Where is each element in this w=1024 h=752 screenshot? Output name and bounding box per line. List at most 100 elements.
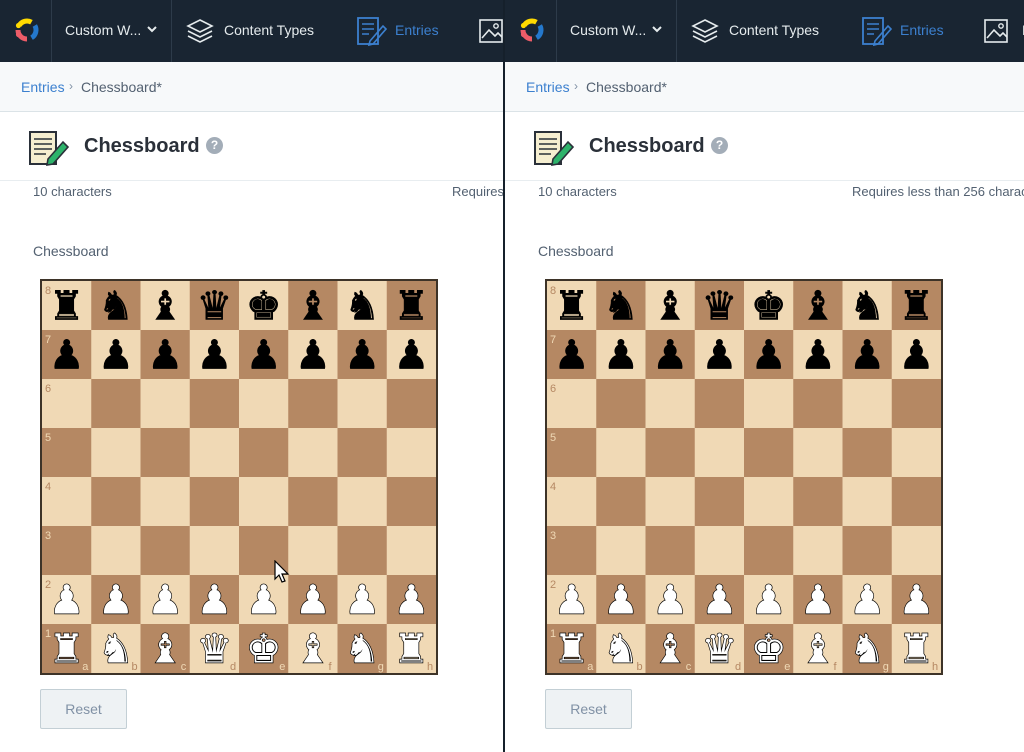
black-rook-piece[interactable]: ♜ [898, 283, 934, 330]
board-square-g3[interactable] [842, 526, 893, 576]
black-bishop-piece[interactable]: ♝ [800, 283, 836, 330]
board-square-g5[interactable] [842, 428, 893, 478]
white-knight-piece[interactable]: ♞ [602, 626, 639, 673]
white-pawn-piece[interactable]: ♟ [898, 577, 935, 624]
board-square-f4[interactable] [288, 477, 338, 527]
black-king-piece[interactable]: ♚ [245, 283, 282, 330]
chessboard[interactable]: ♜ ♞ ♝ ♛ ♚ ♝ ♞ ♜ ♟ ♟ ♟ ♟ ♟ ♟ ♟ ♟ ♟ ♟ ♟ ♟ ♟ ♟ ♟ ♟ ♜ ♞ ♝ ♛ ♚ ♝ ♞ ♜ 8 7 6 5 4 3 2 1… [545, 279, 943, 675]
white-pawn-piece[interactable]: ♟ [799, 577, 836, 624]
white-pawn-piece[interactable]: ♟ [245, 577, 282, 624]
black-knight-piece[interactable]: ♞ [344, 283, 380, 330]
board-square-c5[interactable] [140, 428, 191, 478]
black-pawn-piece[interactable]: ♟ [147, 332, 183, 379]
chessboard[interactable]: ♜ ♞ ♝ ♛ ♚ ♝ ♞ ♜ ♟ ♟ ♟ ♟ ♟ ♟ ♟ ♟ ♟ ♟ ♟ ♟ ♟ ♟ ♟ ♟ ♜ ♞ ♝ ♛ ♚ ♝ ♞ ♜ 8 7 6 5 4 3 2 1… [40, 279, 438, 675]
black-rook-piece[interactable]: ♜ [48, 283, 85, 330]
white-pawn-piece[interactable]: ♟ [553, 577, 590, 624]
board-square-d4[interactable] [189, 477, 240, 527]
nav-media[interactable]: M [982, 16, 1024, 46]
board-square-d6[interactable] [189, 379, 240, 429]
board-square-e3[interactable] [744, 526, 794, 576]
black-pawn-piece[interactable]: ♟ [196, 332, 232, 379]
white-rook-piece[interactable]: ♜ [48, 626, 85, 673]
board-square-d4[interactable] [694, 477, 745, 527]
board-square-d5[interactable] [189, 428, 240, 478]
board-square-e4[interactable] [744, 477, 794, 527]
board-square-c5[interactable] [645, 428, 696, 478]
board-square-h4[interactable] [891, 477, 941, 527]
board-square-f6[interactable] [288, 379, 338, 429]
white-king-piece[interactable]: ♚ [245, 626, 282, 673]
black-pawn-piece[interactable]: ♟ [553, 332, 590, 379]
white-pawn-piece[interactable]: ♟ [393, 577, 430, 624]
black-knight-piece[interactable]: ♞ [98, 283, 134, 330]
board-square-d5[interactable] [694, 428, 745, 478]
white-pawn-piece[interactable]: ♟ [97, 577, 134, 624]
board-square-g3[interactable] [337, 526, 388, 576]
board-square-c4[interactable] [645, 477, 696, 527]
board-square-h3[interactable] [891, 526, 941, 576]
black-pawn-piece[interactable]: ♟ [48, 332, 85, 379]
reset-button[interactable]: Reset [40, 689, 127, 729]
black-queen-piece[interactable]: ♛ [196, 283, 232, 330]
white-bishop-piece[interactable]: ♝ [799, 626, 836, 673]
board-square-b5[interactable] [596, 428, 646, 478]
breadcrumb-entries-link[interactable]: Entries [526, 79, 570, 95]
black-pawn-piece[interactable]: ♟ [295, 332, 331, 379]
board-square-c4[interactable] [140, 477, 191, 527]
black-pawn-piece[interactable]: ♟ [898, 332, 934, 379]
white-knight-piece[interactable]: ♞ [848, 626, 885, 673]
white-pawn-piece[interactable]: ♟ [196, 577, 233, 624]
board-square-b6[interactable] [91, 379, 141, 429]
white-queen-piece[interactable]: ♛ [196, 626, 233, 673]
reset-button[interactable]: Reset [545, 689, 632, 729]
space-selector[interactable]: Custom W... [556, 0, 677, 62]
board-square-d6[interactable] [694, 379, 745, 429]
black-pawn-piece[interactable]: ♟ [98, 332, 134, 379]
board-square-h4[interactable] [386, 477, 436, 527]
board-square-e6[interactable] [744, 379, 794, 429]
white-bishop-piece[interactable]: ♝ [146, 626, 183, 673]
white-rook-piece[interactable]: ♜ [898, 626, 935, 673]
white-pawn-piece[interactable]: ♟ [701, 577, 738, 624]
white-knight-piece[interactable]: ♞ [97, 626, 134, 673]
white-pawn-piece[interactable]: ♟ [146, 577, 183, 624]
board-square-g6[interactable] [337, 379, 388, 429]
board-square-f5[interactable] [793, 428, 843, 478]
breadcrumb-entries-link[interactable]: Entries [21, 79, 65, 95]
black-rook-piece[interactable]: ♜ [393, 283, 429, 330]
white-queen-piece[interactable]: ♛ [701, 626, 738, 673]
black-bishop-piece[interactable]: ♝ [652, 283, 688, 330]
board-square-f5[interactable] [288, 428, 338, 478]
board-square-f4[interactable] [793, 477, 843, 527]
black-pawn-piece[interactable]: ♟ [750, 332, 787, 379]
app-logo-icon[interactable] [14, 17, 40, 43]
white-bishop-piece[interactable]: ♝ [651, 626, 688, 673]
black-pawn-piece[interactable]: ♟ [701, 332, 737, 379]
board-square-f6[interactable] [793, 379, 843, 429]
white-pawn-piece[interactable]: ♟ [750, 577, 787, 624]
white-pawn-piece[interactable]: ♟ [848, 577, 885, 624]
board-square-e4[interactable] [239, 477, 289, 527]
black-knight-piece[interactable]: ♞ [849, 283, 885, 330]
space-selector[interactable]: Custom W... [51, 0, 172, 62]
board-square-b3[interactable] [596, 526, 646, 576]
board-square-b4[interactable] [596, 477, 646, 527]
black-king-piece[interactable]: ♚ [750, 283, 787, 330]
white-knight-piece[interactable]: ♞ [343, 626, 380, 673]
board-square-d3[interactable] [189, 526, 240, 576]
board-square-g6[interactable] [842, 379, 893, 429]
black-pawn-piece[interactable]: ♟ [245, 332, 282, 379]
white-rook-piece[interactable]: ♜ [393, 626, 430, 673]
board-square-e6[interactable] [239, 379, 289, 429]
board-square-h6[interactable] [891, 379, 941, 429]
board-square-g4[interactable] [337, 477, 388, 527]
white-pawn-piece[interactable]: ♟ [294, 577, 331, 624]
white-rook-piece[interactable]: ♜ [553, 626, 590, 673]
help-icon[interactable]: ? [711, 137, 728, 154]
black-pawn-piece[interactable]: ♟ [800, 332, 836, 379]
board-square-g5[interactable] [337, 428, 388, 478]
black-pawn-piece[interactable]: ♟ [652, 332, 688, 379]
board-square-h3[interactable] [386, 526, 436, 576]
board-square-c3[interactable] [645, 526, 696, 576]
board-square-c6[interactable] [645, 379, 696, 429]
